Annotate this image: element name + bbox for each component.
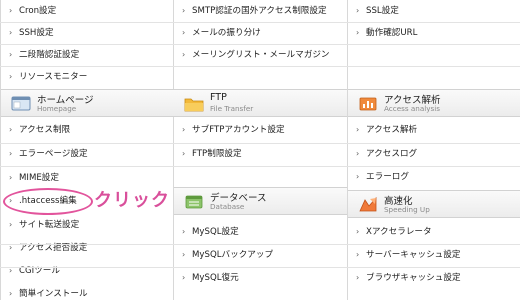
chevron-right-icon: › (9, 72, 13, 81)
chevron-right-icon: › (356, 6, 360, 15)
menu-item-cron[interactable]: › Cron設定 (1, 0, 173, 22)
section-subtitle: Homepage (37, 104, 77, 113)
chart-icon (359, 97, 377, 111)
chevron-right-icon: › (356, 125, 360, 134)
chevron-right-icon: › (356, 250, 360, 259)
chevron-right-icon: › (9, 28, 13, 37)
chevron-right-icon: › (9, 6, 13, 15)
row-divider (0, 44, 520, 45)
section-subtitle: Database (210, 202, 245, 211)
section-subtitle: File Transfer (210, 104, 254, 113)
menu-item-resource-monitor[interactable]: › リソースモニター (1, 66, 173, 88)
database-icon (185, 195, 203, 209)
chevron-right-icon: › (182, 28, 186, 37)
row-divider (0, 166, 520, 167)
speed-icon (359, 196, 377, 212)
row-divider (0, 143, 520, 144)
chevron-right-icon: › (9, 50, 13, 59)
menu-item-ssh[interactable]: › SSH設定 (1, 22, 173, 44)
menu-item-smtp-restriction[interactable]: › SMTP認証の国外アクセス制限設定 (174, 0, 347, 22)
chevron-right-icon: › (9, 266, 13, 275)
menu-item-x-accelerator[interactable]: › Xアクセラレータ (348, 221, 520, 243)
chevron-right-icon: › (9, 243, 13, 252)
menu-item-mailing-list[interactable]: › メーリングリスト・メールマガジン (174, 44, 347, 66)
chevron-right-icon: › (356, 149, 360, 158)
chevron-right-icon: › (9, 125, 13, 134)
menu-item-browser-cache[interactable]: › ブラウザキャッシュ設定 (348, 267, 520, 289)
menu-item-mysql-backup[interactable]: › MySQLバックアップ (174, 244, 347, 266)
section-title: FTP (210, 92, 227, 103)
section-subtitle: Access analysis (384, 104, 440, 113)
menu-item-sub-ftp-account[interactable]: › サブFTPアカウント設定 (174, 119, 347, 141)
menu-item-access-deny[interactable]: › アクセス拒否設定 (1, 237, 173, 259)
menu-item-error-log[interactable]: › エラーログ (348, 166, 520, 188)
menu-item-ssl[interactable]: › SSL設定 (348, 0, 520, 22)
menu-item-mysql-restore[interactable]: › MySQL復元 (174, 267, 347, 289)
section-header-homepage: ホームページ Homepage (1, 89, 174, 117)
chevron-right-icon: › (182, 125, 186, 134)
row-divider (0, 244, 520, 245)
row-divider (0, 66, 520, 67)
chevron-right-icon: › (182, 250, 186, 259)
menu-column-3: › SSL設定 › 動作確認URL アクセス解析 Access analysis ›… (348, 0, 520, 300)
chevron-right-icon: › (182, 227, 186, 236)
menu-item-mail-filter[interactable]: › メールの振り分け (174, 22, 347, 44)
chevron-right-icon: › (182, 149, 186, 158)
chevron-right-icon: › (9, 173, 13, 182)
highlight-ellipse (3, 188, 93, 215)
chevron-right-icon: › (182, 6, 186, 15)
section-header-access-analysis: アクセス解析 Access analysis (348, 89, 520, 117)
menu-item-error-page[interactable]: › エラーページ設定 (1, 143, 173, 165)
chevron-right-icon: › (356, 227, 360, 236)
chevron-right-icon: › (9, 149, 13, 158)
menu-item-mysql-settings[interactable]: › MySQL設定 (174, 221, 347, 243)
menu-item-ftp-restriction[interactable]: › FTP制限設定 (174, 143, 347, 165)
chevron-right-icon: › (356, 273, 360, 282)
server-panel-menu: › Cron設定 › SSH設定 › 二段階認証設定 › リソースモニター ホームページ… (0, 0, 520, 300)
menu-item-access-restriction[interactable]: › アクセス制限 (1, 119, 173, 141)
homepage-icon (11, 96, 31, 111)
menu-item-site-redirect[interactable]: › サイト転送設定 (1, 214, 173, 236)
chevron-right-icon: › (356, 172, 360, 181)
menu-item-two-factor[interactable]: › 二段階認証設定 (1, 44, 173, 66)
chevron-right-icon: › (9, 220, 13, 229)
chevron-right-icon: › (9, 289, 13, 298)
menu-item-cgi-tools[interactable]: › CGIツール (1, 260, 173, 282)
folder-icon (184, 98, 204, 112)
menu-item-easy-install[interactable]: › 簡単インストール (1, 283, 173, 300)
chevron-right-icon: › (182, 273, 186, 282)
click-annotation: クリック (94, 190, 170, 211)
menu-column-1: › Cron設定 › SSH設定 › 二段階認証設定 › リソースモニター ホームページ… (0, 0, 174, 300)
section-header-database: データベース Database (174, 187, 347, 215)
section-subtitle: Speeding Up (384, 205, 430, 214)
section-header-ftp: FTP File Transfer (174, 89, 347, 117)
section-header-speed: 高速化 Speeding Up (348, 190, 520, 218)
menu-item-server-cache[interactable]: › サーバーキャッシュ設定 (348, 244, 520, 266)
menu-column-2: › SMTP認証の国外アクセス制限設定 › メールの振り分け › メーリングリスト・メ… (174, 0, 348, 300)
chevron-right-icon: › (182, 50, 186, 59)
row-divider (0, 22, 520, 23)
row-divider (0, 267, 520, 268)
menu-item-access-analysis[interactable]: › アクセス解析 (348, 119, 520, 141)
chevron-right-icon: › (356, 28, 360, 37)
menu-item-test-url[interactable]: › 動作確認URL (348, 22, 520, 44)
menu-item-access-log[interactable]: › アクセスログ (348, 143, 520, 165)
